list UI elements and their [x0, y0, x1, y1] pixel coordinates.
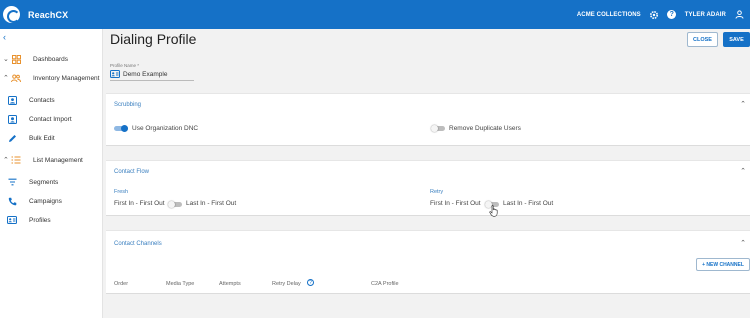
page-title: Dialing Profile: [110, 31, 197, 47]
profile-name-value: Demo Example: [123, 71, 168, 78]
column-header-c2a-profile[interactable]: C2A Profile: [371, 281, 399, 287]
chevron-up-icon[interactable]: ⌃: [740, 239, 746, 247]
chevron-up-icon: ⌃: [3, 75, 9, 82]
sidebar-item-label: Profiles: [29, 216, 51, 224]
retry-label: Retry: [430, 189, 444, 195]
sidebar-item-campaigns[interactable]: Campaigns: [0, 194, 103, 208]
sidebar-item-contacts[interactable]: Contacts: [0, 93, 103, 107]
contact-card-icon: [7, 95, 17, 105]
sidebar-item-profiles[interactable]: Profiles: [0, 213, 103, 227]
pencil-icon: [7, 133, 17, 143]
sidebar-item-inventory-management[interactable]: ⌃ Inventory Management: [0, 71, 103, 85]
use-org-dnc-toggle[interactable]: [114, 125, 128, 132]
contact-channels-card: Contact Channels ⌃ + NEW CHANNEL Order M…: [106, 230, 750, 294]
import-icon: [7, 114, 17, 124]
top-bar: ReachCX ACME COLLECTIONS ? TYLER ADAIR: [0, 0, 750, 29]
fresh-order-toggle[interactable]: [168, 201, 182, 208]
fresh-fifo-label: First In - First Out: [114, 200, 165, 207]
top-bar-right: ACME COLLECTIONS ? TYLER ADAIR: [577, 0, 744, 29]
sidebar-item-label: Dashboards: [33, 55, 69, 63]
dashboard-icon: [11, 54, 21, 64]
sidebar: ‹ ⌄ Dashboards ⌃ Inventory Management Co…: [0, 29, 103, 318]
chevron-down-icon: ⌄: [3, 56, 9, 63]
fresh-label: Fresh: [114, 189, 129, 195]
remove-duplicates-label: Remove Duplicate Users: [449, 125, 521, 132]
fresh-lifo-label: Last In - First Out: [186, 200, 237, 207]
chevron-up-icon[interactable]: ⌃: [740, 100, 746, 108]
profile-name-field[interactable]: Demo Example: [110, 69, 194, 81]
column-header-attempts[interactable]: Attempts: [219, 281, 241, 287]
scrubbing-card: Scrubbing ⌃ Use Organization DNC Remove …: [106, 93, 750, 146]
retry-fifo-label: First In - First Out: [430, 200, 481, 207]
chevron-up-icon[interactable]: ⌃: [740, 167, 746, 175]
use-org-dnc-label: Use Organization DNC: [132, 125, 199, 132]
brand-name: ReachCX: [28, 9, 69, 20]
sidebar-item-label: List Management: [33, 156, 83, 164]
contact-flow-card: Contact Flow ⌃ Fresh First In - First Ou…: [106, 160, 750, 216]
column-header-retry-delay[interactable]: Retry Delay: [272, 281, 301, 287]
sidebar-item-list-management[interactable]: ⌃ List Management: [0, 153, 103, 167]
help-icon[interactable]: ?: [667, 10, 677, 20]
contact-flow-title: Contact Flow: [114, 169, 150, 175]
sidebar-item-bulk-edit[interactable]: Bulk Edit: [0, 131, 103, 145]
save-button[interactable]: SAVE: [723, 32, 750, 47]
profile-name-label: Profile Name *: [110, 63, 140, 68]
main-content: Dialing Profile CLOSE SAVE Profile Name …: [106, 29, 750, 318]
help-icon[interactable]: ?: [307, 279, 314, 286]
filter-icon: [7, 177, 17, 187]
user-name[interactable]: TYLER ADAIR: [685, 12, 726, 18]
sidebar-item-segments[interactable]: Segments: [0, 175, 103, 189]
user-icon[interactable]: [734, 10, 744, 20]
sidebar-item-label: Campaigns: [29, 197, 62, 205]
collapse-sidebar-icon[interactable]: ‹: [3, 32, 6, 42]
retry-lifo-label: Last In - First Out: [503, 200, 554, 207]
sidebar-item-label: Inventory Management: [33, 74, 100, 82]
reachcx-logo-icon[interactable]: [3, 6, 20, 23]
sidebar-item-label: Contact Import: [29, 115, 72, 123]
profile-card-icon: [7, 215, 17, 225]
sidebar-item-label: Bulk Edit: [29, 134, 55, 142]
sidebar-item-label: Contacts: [29, 96, 55, 104]
scrubbing-title: Scrubbing: [114, 102, 142, 108]
remove-duplicates-toggle[interactable]: [431, 125, 445, 132]
contact-channels-title: Contact Channels: [114, 241, 162, 247]
sidebar-item-label: Segments: [29, 178, 59, 186]
hand-cursor-icon: [489, 205, 499, 219]
column-header-media-type[interactable]: Media Type: [166, 281, 194, 287]
close-button[interactable]: CLOSE: [687, 32, 718, 47]
people-icon: [11, 73, 21, 83]
sidebar-item-contact-import[interactable]: Contact Import: [0, 112, 103, 126]
list-icon: [11, 155, 21, 165]
gear-icon[interactable]: [649, 10, 659, 20]
column-header-order[interactable]: Order: [114, 281, 128, 287]
new-channel-button[interactable]: + NEW CHANNEL: [696, 258, 750, 271]
org-selector[interactable]: ACME COLLECTIONS: [577, 12, 641, 18]
profile-card-icon: [110, 70, 120, 80]
phone-icon: [7, 196, 17, 206]
sidebar-item-dashboards[interactable]: ⌄ Dashboards: [0, 52, 103, 66]
chevron-up-icon: ⌃: [3, 157, 9, 164]
